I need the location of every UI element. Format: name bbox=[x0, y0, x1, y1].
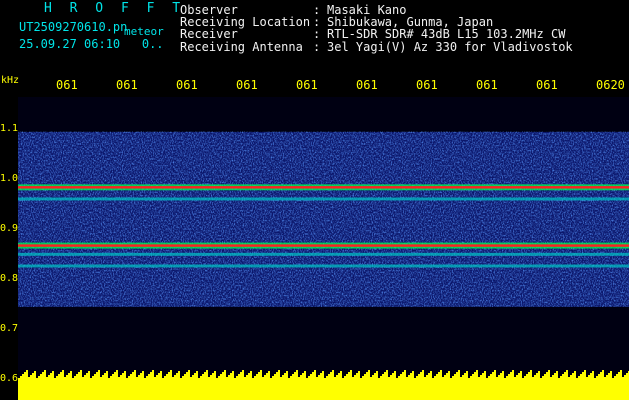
info-separator: : bbox=[313, 27, 321, 42]
filename: UT2509270610.pn bbox=[19, 20, 128, 34]
freq-label: 1.1 bbox=[0, 123, 19, 134]
signal-line bbox=[18, 186, 629, 189]
time-tick: 061 bbox=[536, 78, 558, 92]
secondary-line bbox=[18, 252, 629, 256]
time-tick: 061 bbox=[356, 78, 378, 92]
signal-line bbox=[18, 244, 629, 247]
frequency-axis: 1.1 1.0 0.9 0.8 0.7 0.6 bbox=[0, 97, 18, 400]
info-separator: : bbox=[313, 39, 321, 54]
info-row-receiver: Receiver: RTL-SDR SDR# 43dB L15 103.2MHz … bbox=[180, 28, 573, 40]
info-label: Receiver bbox=[180, 27, 238, 42]
frame-indicator: 0.. bbox=[141, 37, 164, 51]
freq-label: 1.0 bbox=[0, 173, 19, 184]
spectrogram-panel bbox=[18, 97, 629, 400]
time-tick: 061 bbox=[56, 78, 78, 92]
secondary-line bbox=[18, 264, 629, 268]
freq-label: 0.9 bbox=[0, 223, 19, 234]
spectrogram bbox=[18, 131, 629, 400]
info-label: Receiving Antenna bbox=[180, 39, 303, 54]
secondary-line bbox=[18, 197, 629, 201]
time-axis: 061 061 061 061 061 061 061 061 061 0620 bbox=[0, 78, 629, 98]
noise-texture bbox=[18, 131, 629, 307]
datetime: 25.09.27 06:10 0.. bbox=[19, 37, 164, 51]
datetime-value: 25.09.27 06:10 bbox=[19, 37, 121, 51]
time-tick: 061 bbox=[416, 78, 438, 92]
time-tick: 061 bbox=[236, 78, 258, 92]
station-info: Observer: Masaki Kano Receiving Location:… bbox=[180, 4, 573, 53]
power-strip bbox=[18, 380, 629, 400]
freq-label: 0.8 bbox=[0, 273, 19, 284]
time-tick: 0620 bbox=[596, 78, 625, 92]
time-tick: 061 bbox=[116, 78, 138, 92]
freq-label: 0.6 bbox=[0, 373, 19, 384]
info-row-antenna: Receiving Antenna:3el Yagi(V) Az 330 for… bbox=[180, 39, 573, 54]
freq-label: 0.7 bbox=[0, 323, 19, 334]
time-tick: 061 bbox=[476, 78, 498, 92]
app-name: H R O F F T bbox=[44, 1, 186, 16]
info-value: 3el Yagi(V) Az 330 for Vladivostok bbox=[327, 39, 573, 54]
info-value: RTL-SDR SDR# 43dB L15 103.2MHz CW bbox=[327, 27, 566, 42]
header-panel: H R O F F T UT2509270610.pn meteor 25.09… bbox=[0, 0, 629, 78]
time-tick: 061 bbox=[296, 78, 318, 92]
time-tick: 061 bbox=[176, 78, 198, 92]
